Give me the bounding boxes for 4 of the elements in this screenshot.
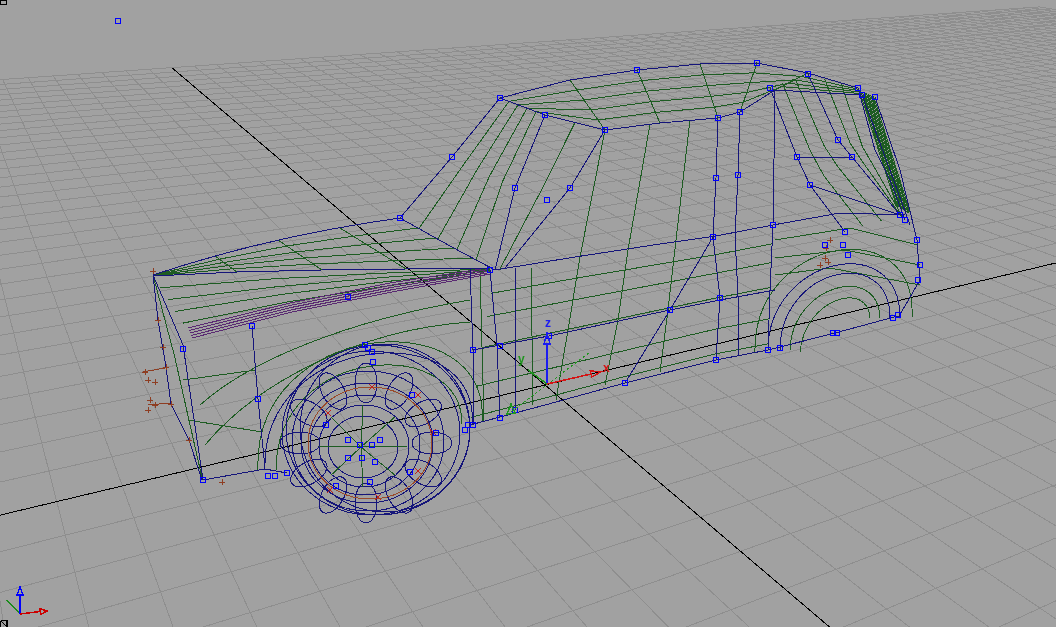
corner-mark-icon	[0, 619, 8, 627]
corner-mark-icon	[0, 0, 7, 5]
view-axis-icon	[6, 584, 49, 616]
control-vertex-marker	[115, 18, 121, 24]
